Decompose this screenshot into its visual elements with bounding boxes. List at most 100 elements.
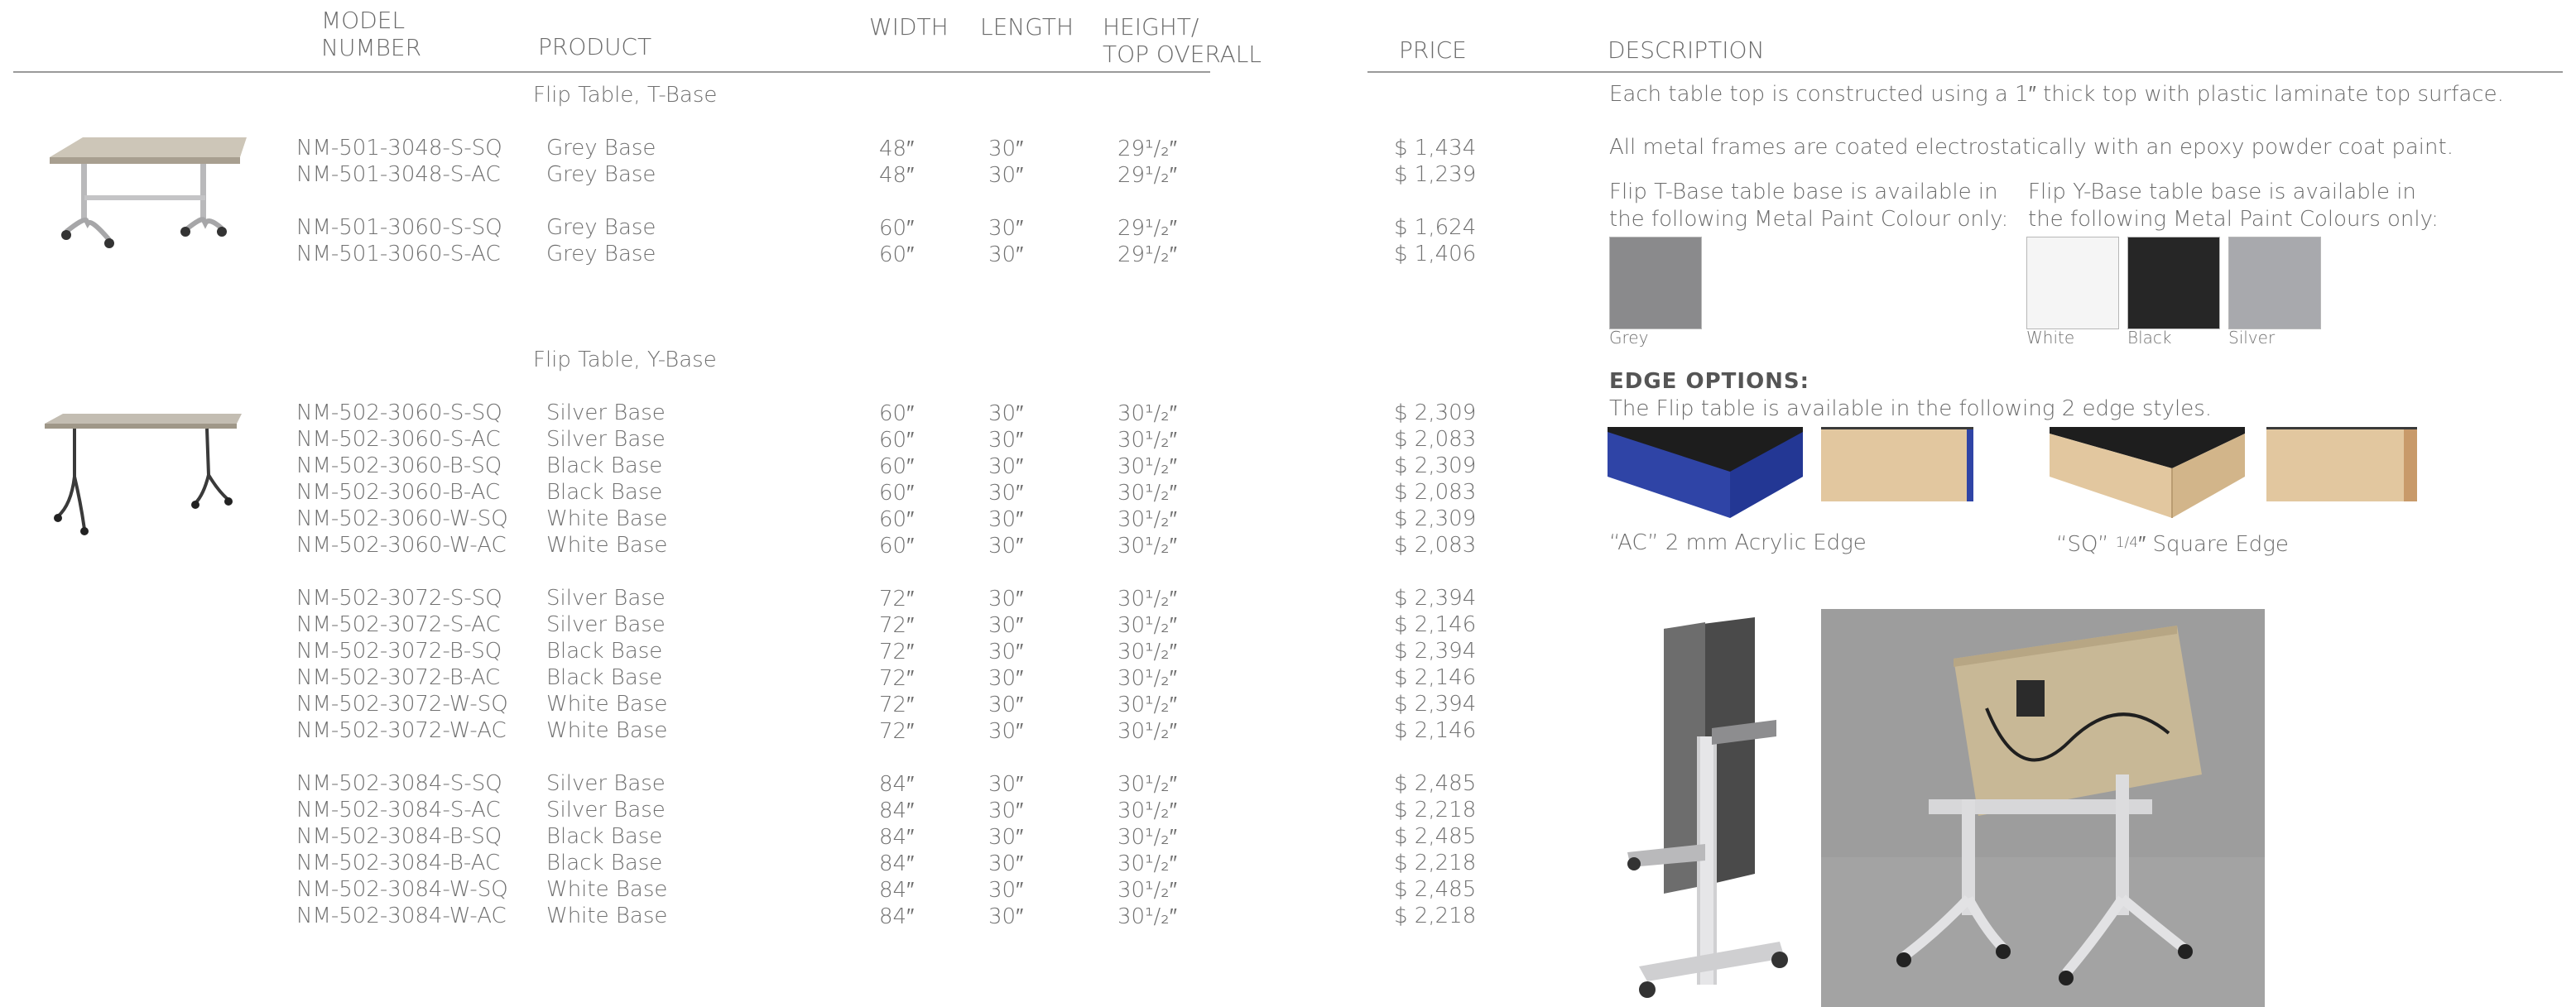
cell-product: Silver Base (546, 586, 666, 611)
cell-height: 30¹/₂″ (1117, 851, 1177, 876)
header-model-line1: MODEL (321, 7, 406, 34)
cell-width: 60″ (879, 454, 915, 479)
table-row: NM-501-3060-S-AC Grey Base 60″ 30″ 29¹/₂″ $ 1… (0, 242, 1490, 268)
cell-length: 30″ (988, 163, 1024, 188)
silver-swatch-label: Silver (2228, 328, 2276, 348)
cell-height: 30¹/₂″ (1117, 798, 1177, 823)
cell-product: Grey Base (546, 136, 656, 161)
cell-height: 30¹/₂″ (1117, 534, 1177, 559)
cell-width: 72″ (879, 613, 915, 638)
table-row: NM-502-3072-W-AC White Base 72″ 30″ 30¹/₂″ $ … (0, 718, 1490, 745)
cell-width: 60″ (879, 216, 915, 241)
cell-height: 30¹/₂″ (1117, 428, 1177, 453)
table-row: NM-502-3072-B-SQ Black Base 72″ 30″ 30¹/₂″ $ … (0, 639, 1490, 665)
cell-width: 60″ (879, 507, 915, 532)
cell-product: Silver Base (546, 798, 666, 822)
y-base-colour-note: Flip Y-Base table base is available in t… (2028, 179, 2439, 233)
header-model: MODEL NUMBER (321, 7, 421, 61)
cell-model: NM-502-3072-B-AC (296, 665, 501, 690)
table-row: NM-502-3060-W-AC White Base 60″ 30″ 30¹/₂″ $ … (0, 533, 1490, 559)
cell-model: NM-501-3048-S-SQ (296, 136, 502, 161)
cell-height: 29¹/₂″ (1117, 242, 1177, 267)
cell-height: 30¹/₂″ (1117, 640, 1177, 664)
table-row: NM-502-3060-W-SQ White Base 60″ 30″ 30¹/₂″ $ … (0, 506, 1490, 533)
cell-width: 60″ (879, 428, 915, 453)
header-product: PRODUCT (538, 33, 652, 60)
cell-width: 84″ (879, 878, 915, 903)
cell-model: NM-502-3060-B-SQ (296, 453, 502, 478)
cell-length: 30″ (988, 640, 1024, 664)
cell-length: 30″ (988, 481, 1024, 506)
cell-price: $ 1,624 (1394, 215, 1477, 240)
cell-height: 30¹/₂″ (1117, 825, 1177, 850)
square-edge-corner-image (2050, 427, 2245, 518)
table-row: NM-502-3060-S-SQ Silver Base 60″ 30″ 30¹/₂″ $… (0, 400, 1490, 427)
table-row: NM-501-3048-S-AC Grey Base 48″ 30″ 29¹/₂″ $ 1… (0, 162, 1490, 189)
square-edge-caption-suffix: ″ Square Edge (2138, 532, 2289, 557)
t-base-colour-note-line2: the following Metal Paint Colour only: (1609, 207, 2009, 232)
cell-price: $ 2,146 (1394, 612, 1477, 637)
folded-table-photo (1614, 612, 1821, 1007)
cell-height: 29¹/₂″ (1117, 216, 1177, 241)
cell-model: NM-502-3084-S-SQ (296, 771, 502, 796)
cell-price: $ 2,309 (1394, 453, 1477, 478)
cell-height: 30¹/₂″ (1117, 587, 1177, 611)
cell-model: NM-502-3060-B-AC (296, 480, 501, 505)
cell-length: 30″ (988, 587, 1024, 611)
cell-length: 30″ (988, 137, 1024, 161)
cell-product: Black Base (546, 665, 663, 690)
cell-product: Grey Base (546, 215, 656, 240)
cell-length: 30″ (988, 719, 1024, 744)
cell-height: 30¹/₂″ (1117, 719, 1177, 744)
edge-options-subtitle: The Flip table is available in the follo… (1609, 396, 2213, 421)
grey-swatch-label: Grey (1609, 328, 1649, 348)
table-row: NM-502-3084-S-AC Silver Base 84″ 30″ 30¹/₂″ $… (0, 798, 1490, 824)
cell-length: 30″ (988, 851, 1024, 876)
cell-price: $ 2,394 (1394, 692, 1477, 717)
cell-price: $ 2,146 (1394, 665, 1477, 690)
header-description: DESCRIPTION (1608, 36, 1765, 64)
cell-price: $ 2,309 (1394, 506, 1477, 531)
cell-product: White Base (546, 533, 668, 558)
silver-swatch (2228, 237, 2321, 329)
cell-model: NM-502-3084-W-SQ (296, 877, 508, 902)
cell-price: $ 2,083 (1394, 533, 1477, 558)
cell-price: $ 2,083 (1394, 427, 1477, 452)
cell-model: NM-502-3084-W-AC (296, 904, 507, 928)
acrylic-edge-caption: “AC” 2 mm Acrylic Edge (1609, 530, 1867, 555)
cell-width: 60″ (879, 242, 915, 267)
cell-height: 30¹/₂″ (1117, 454, 1177, 479)
table-row: NM-502-3060-B-SQ Black Base 60″ 30″ 30¹/₂″ $ … (0, 453, 1490, 480)
cell-price: $ 2,394 (1394, 586, 1477, 611)
cell-height: 30¹/₂″ (1117, 693, 1177, 717)
table-row: NM-501-3060-S-SQ Grey Base 60″ 30″ 29¹/₂″ $ 1… (0, 215, 1490, 242)
table-row: NM-502-3084-W-AC White Base 84″ 30″ 30¹/₂″ $ … (0, 904, 1490, 930)
y-base-colour-note-line1: Flip Y-Base table base is available in (2028, 180, 2416, 204)
table-row: NM-502-3084-B-AC Black Base 84″ 30″ 30¹/₂″ $ … (0, 851, 1490, 877)
cell-price: $ 1,406 (1394, 242, 1477, 266)
black-swatch (2127, 237, 2220, 329)
cell-product: Silver Base (546, 612, 666, 637)
cell-length: 30″ (988, 534, 1024, 559)
description-line-1: Each table top is constructed using a 1″… (1609, 82, 2504, 107)
cell-width: 72″ (879, 693, 915, 717)
square-edge-caption-fraction: 1/4 (2115, 535, 2139, 551)
cell-length: 30″ (988, 507, 1024, 532)
cell-price: $ 2,485 (1394, 771, 1477, 796)
description-line-2: All metal frames are coated electrostati… (1609, 135, 2453, 160)
cell-length: 30″ (988, 216, 1024, 241)
cell-product: Grey Base (546, 162, 656, 187)
square-edge-caption: “SQ” 1/4″ Square Edge (2056, 530, 2289, 559)
cell-price: $ 1,434 (1394, 136, 1477, 161)
cell-length: 30″ (988, 666, 1024, 691)
cell-width: 84″ (879, 825, 915, 850)
table-row: NM-502-3072-S-SQ Silver Base 72″ 30″ 30¹/₂″ $… (0, 586, 1490, 612)
cell-length: 30″ (988, 613, 1024, 638)
cell-length: 30″ (988, 825, 1024, 850)
cell-price: $ 2,218 (1394, 851, 1477, 875)
acrylic-edge-corner-image (1608, 427, 1803, 518)
cell-model: NM-502-3072-S-SQ (296, 586, 502, 611)
table-row: NM-502-3060-S-AC Silver Base 60″ 30″ 30¹/₂″ $… (0, 427, 1490, 453)
cell-price: $ 2,218 (1394, 798, 1477, 822)
cell-width: 60″ (879, 401, 915, 426)
